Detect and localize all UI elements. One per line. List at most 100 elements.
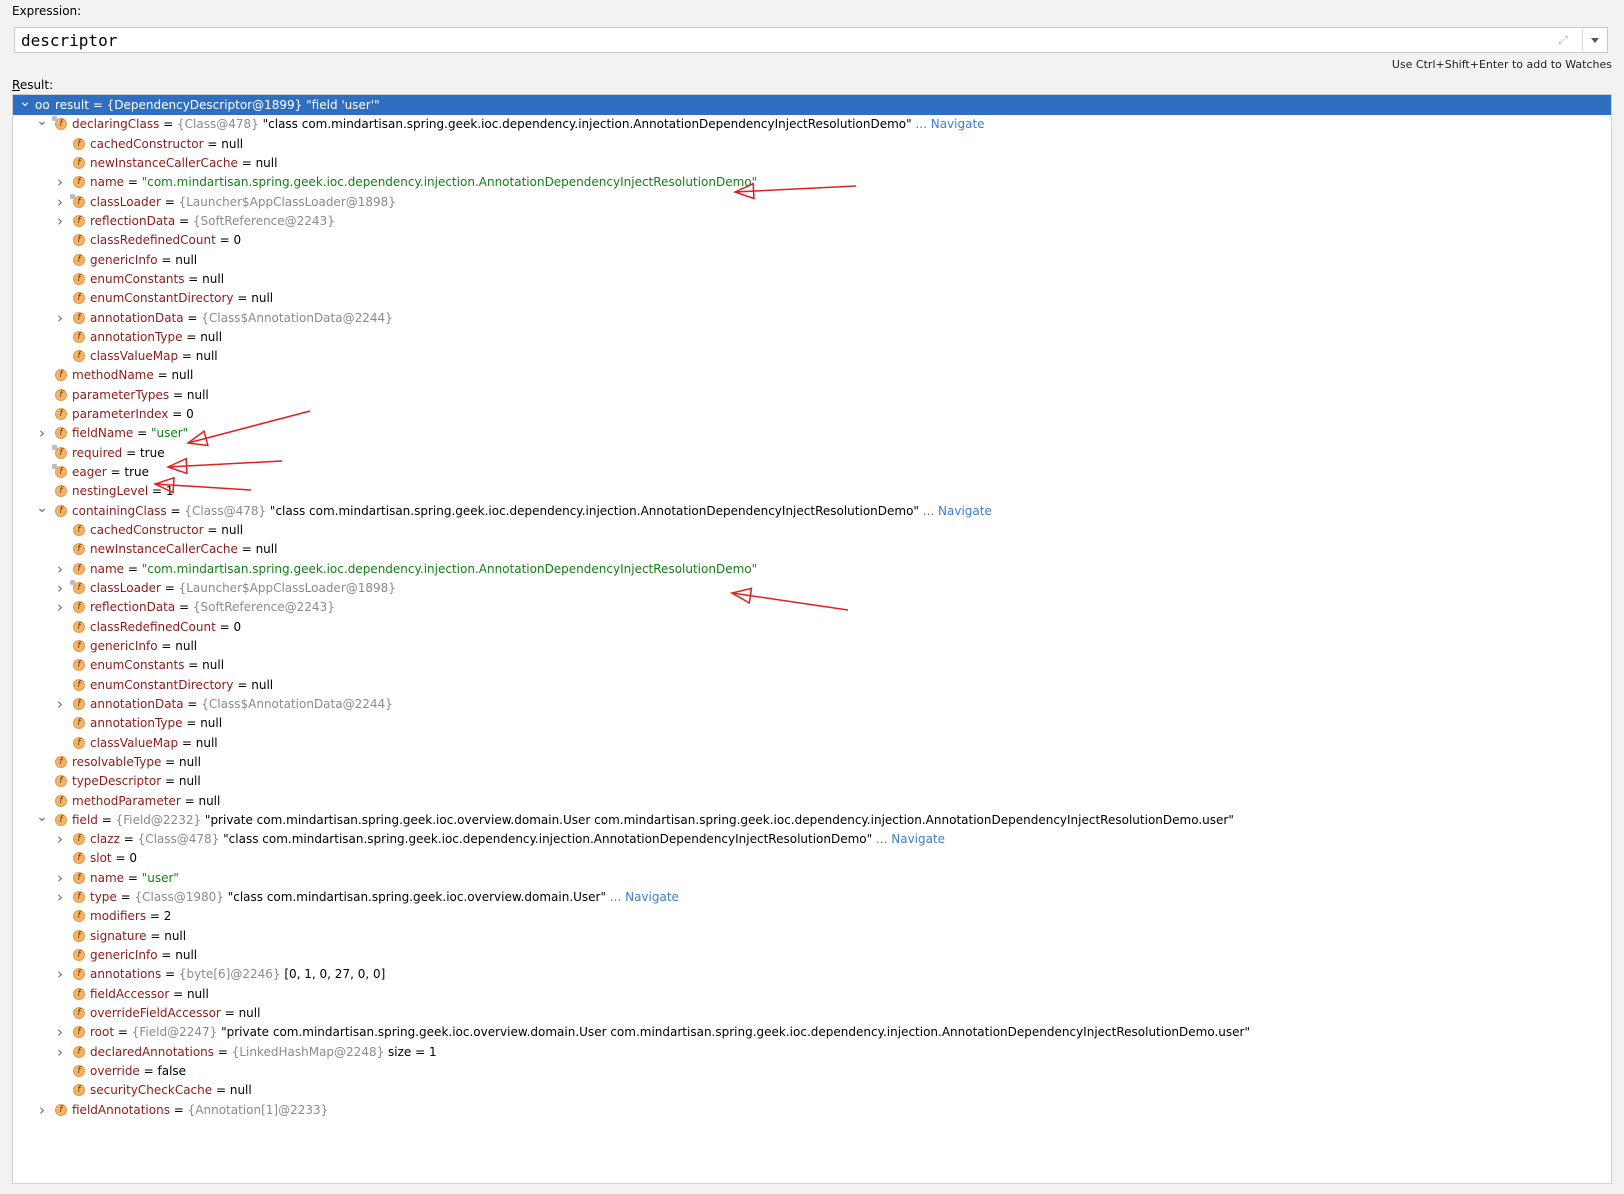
tree-row[interactable]: f classRedefinedCount = 0	[13, 230, 1611, 250]
tree-row[interactable]: ⌄ f declaringClass = {Class@478} "class co…	[13, 114, 1611, 134]
tree-row[interactable]: f enumConstantDirectory = null	[13, 675, 1611, 695]
tree-row[interactable]: › f annotationData = {Class$AnnotationData…	[13, 308, 1611, 328]
tree-row[interactable]: › f type = {Class@1980} "class com.mindart…	[13, 887, 1611, 907]
navigate-link[interactable]: ... Navigate	[872, 832, 945, 846]
chevron-down-icon[interactable]: ⌄	[18, 95, 32, 115]
tree-row[interactable]: f classRedefinedCount = 0	[13, 617, 1611, 637]
chevron-down-icon[interactable]: ⌄	[35, 114, 49, 134]
tree-row[interactable]: f annotationType = null	[13, 713, 1611, 733]
field-name: field	[72, 812, 98, 827]
field-value: 0	[129, 851, 137, 866]
chevron-right-icon[interactable]: ›	[53, 829, 67, 849]
tree-row[interactable]: f methodParameter = null	[13, 791, 1611, 811]
chevron-right-icon[interactable]: ›	[53, 578, 67, 598]
tree-row-text: newInstanceCallerCache = null	[90, 153, 277, 173]
chevron-right-icon[interactable]: ›	[53, 559, 67, 579]
tree-row[interactable]: › f reflectionData = {SoftReference@2243}	[13, 597, 1611, 617]
tree-row[interactable]: › f name = "com.mindartisan.spring.geek.io…	[13, 172, 1611, 192]
equals-sign: =	[237, 542, 256, 557]
tree-row[interactable]: f override = false	[13, 1061, 1611, 1081]
field-icon: f	[73, 987, 85, 1000]
result-tree[interactable]: ⌄ oo result = {DependencyDescriptor@1899} …	[12, 94, 1612, 1184]
object-reference: {DependencyDescriptor@1899}	[106, 98, 303, 112]
tree-row[interactable]: f fieldAccessor = null	[13, 984, 1611, 1004]
navigate-link[interactable]: ... Navigate	[912, 117, 984, 131]
tree-row[interactable]: f enumConstants = null	[13, 269, 1611, 289]
tree-row[interactable]: f enumConstants = null	[13, 655, 1611, 675]
chevron-right-icon[interactable]: ›	[53, 597, 67, 617]
tree-row[interactable]: ⌄ f containingClass = {Class@478} "class c…	[13, 501, 1611, 521]
tree-row[interactable]: f typeDescriptor = null	[13, 771, 1611, 791]
chevron-right-icon[interactable]: ›	[53, 887, 67, 907]
chevron-right-icon[interactable]: ›	[53, 694, 67, 714]
expression-input[interactable]	[21, 30, 1521, 50]
tree-row[interactable]: ⌄ oo result = {DependencyDescriptor@1899} …	[13, 95, 1611, 115]
field-icon: f	[73, 350, 85, 363]
equals-sign: =	[182, 716, 201, 731]
tree-row[interactable]: f overrideFieldAccessor = null	[13, 1003, 1611, 1023]
navigate-link[interactable]: ... Navigate	[606, 890, 679, 904]
tree-row[interactable]: f genericInfo = null	[13, 250, 1611, 270]
field-name: overrideFieldAccessor	[90, 1006, 221, 1021]
tree-row[interactable]: › f fieldName = "user"	[13, 423, 1611, 443]
tree-row[interactable]: f required = true	[13, 443, 1611, 463]
chevron-right-icon[interactable]: ›	[35, 423, 49, 443]
chevron-down-icon[interactable]: ⌄	[35, 810, 49, 830]
object-reference: {Class@1980}	[134, 890, 224, 905]
tree-row[interactable]: f parameterIndex = 0	[13, 404, 1611, 424]
tree-row[interactable]: f classValueMap = null	[13, 733, 1611, 753]
tree-row[interactable]: f newInstanceCallerCache = null	[13, 153, 1611, 173]
tree-row[interactable]: › f annotations = {byte[6]@2246} [0, 1, 0,…	[13, 964, 1611, 984]
equals-sign: =	[122, 445, 140, 460]
chevron-right-icon[interactable]: ›	[53, 868, 67, 888]
tree-row[interactable]: f parameterTypes = null	[13, 385, 1611, 405]
chevron-right-icon[interactable]: ›	[53, 1042, 67, 1062]
tree-row-text: classLoader = {Launcher$AppClassLoader@1…	[90, 578, 396, 598]
chevron-right-icon[interactable]: ›	[53, 308, 67, 328]
tree-row[interactable]: f genericInfo = null	[13, 945, 1611, 965]
chevron-right-icon[interactable]: ›	[53, 964, 67, 984]
tree-row[interactable]: f nestingLevel = 1	[13, 481, 1611, 501]
tree-row-text: field = {Field@2232} "private com.mindar…	[72, 810, 1234, 830]
navigate-link[interactable]: ... Navigate	[919, 504, 992, 518]
tree-row[interactable]: › f name = "com.mindartisan.spring.geek.io…	[13, 559, 1611, 579]
tree-row[interactable]: f classValueMap = null	[13, 346, 1611, 366]
history-dropdown-button[interactable]	[1582, 28, 1607, 52]
tree-row[interactable]: f genericInfo = null	[13, 636, 1611, 656]
chevron-right-icon[interactable]: ›	[53, 192, 67, 212]
tree-row[interactable]: f newInstanceCallerCache = null	[13, 539, 1611, 559]
tree-row[interactable]: › f classLoader = {Launcher$AppClassLoader…	[13, 578, 1611, 598]
chevron-right-icon[interactable]: ›	[53, 211, 67, 231]
tree-row[interactable]: f signature = null	[13, 926, 1611, 946]
equals-sign: =	[184, 271, 203, 286]
tree-row[interactable]: f eager = true	[13, 462, 1611, 482]
tree-row[interactable]: f cachedConstructor = null	[13, 520, 1611, 540]
tree-row[interactable]: f resolvableType = null	[13, 752, 1611, 772]
chevron-right-icon[interactable]: ›	[53, 1022, 67, 1042]
expression-box[interactable]: ⤢	[14, 27, 1608, 53]
tree-row[interactable]: › f clazz = {Class@478} "class com.mindart…	[13, 829, 1611, 849]
tree-row[interactable]: f cachedConstructor = null	[13, 134, 1611, 154]
tree-row[interactable]: › f fieldAnnotations = {Annotation[1]@2233…	[13, 1100, 1611, 1120]
tree-row[interactable]: f methodName = null	[13, 365, 1611, 385]
tree-row[interactable]: ⌄ f field = {Field@2232} "private com.mind…	[13, 810, 1611, 830]
expand-icon[interactable]: ⤢	[1555, 32, 1571, 48]
chevron-right-icon[interactable]: ›	[35, 1100, 49, 1120]
field-value: "class com.mindartisan.spring.geek.ioc.o…	[223, 890, 607, 905]
tree-row[interactable]: › f root = {Field@2247} "private com.minda…	[13, 1022, 1611, 1042]
chevron-right-icon[interactable]: ›	[53, 172, 67, 192]
tree-row[interactable]: f slot = 0	[13, 848, 1611, 868]
tree-row[interactable]: › f reflectionData = {SoftReference@2243}	[13, 211, 1611, 231]
equals-sign: =	[237, 155, 256, 170]
field-value: true	[124, 465, 149, 480]
tree-row[interactable]: › f declaredAnnotations = {LinkedHashMap@2…	[13, 1042, 1611, 1062]
tree-row[interactable]: › f classLoader = {Launcher$AppClassLoader…	[13, 192, 1611, 212]
field-value: 0	[186, 407, 194, 422]
tree-row[interactable]: f enumConstantDirectory = null	[13, 288, 1611, 308]
tree-row[interactable]: f modifiers = 2	[13, 906, 1611, 926]
tree-row[interactable]: › f name = "user"	[13, 868, 1611, 888]
chevron-down-icon[interactable]: ⌄	[35, 501, 49, 521]
tree-row[interactable]: f securityCheckCache = null	[13, 1080, 1611, 1100]
tree-row[interactable]: › f annotationData = {Class$AnnotationData…	[13, 694, 1611, 714]
tree-row[interactable]: f annotationType = null	[13, 327, 1611, 347]
